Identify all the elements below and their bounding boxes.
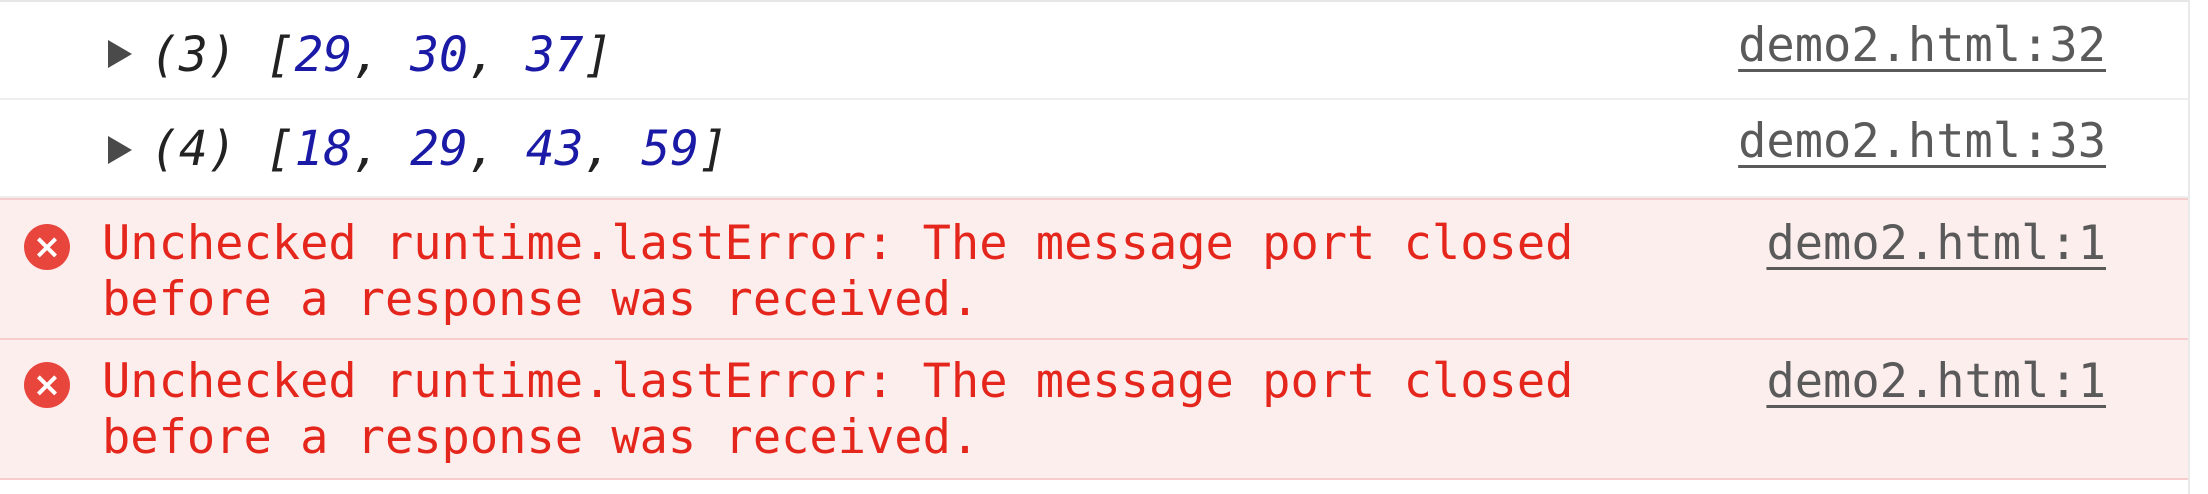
array-length: (3) bbox=[150, 27, 237, 83]
array-preview[interactable]: (4) [18, 29, 43, 59] bbox=[150, 120, 728, 178]
devtools-console: (3) [29, 30, 37] demo2.html:32 (4) [18, … bbox=[0, 0, 2190, 494]
source-link[interactable]: demo2.html:33 bbox=[1738, 114, 2106, 170]
array-value: 59 bbox=[641, 121, 700, 177]
array-length: (4) bbox=[150, 121, 237, 177]
array-value: 30 bbox=[410, 27, 468, 83]
source-link[interactable]: demo2.html:1 bbox=[1766, 354, 2106, 410]
array-value: 37 bbox=[525, 27, 584, 83]
source-link[interactable]: demo2.html:32 bbox=[1738, 18, 2106, 74]
error-message-line-1: Unchecked runtime.lastError: The message… bbox=[102, 216, 1574, 271]
error-message: Unchecked runtime.lastError: The message… bbox=[102, 216, 1662, 328]
console-error-row-2[interactable]: × Unchecked runtime.lastError: The messa… bbox=[0, 338, 2188, 480]
expand-triangle-icon[interactable] bbox=[108, 136, 132, 164]
array-value: 29 bbox=[294, 27, 353, 83]
expand-triangle-icon[interactable] bbox=[108, 40, 132, 68]
error-message: Unchecked runtime.lastError: The message… bbox=[102, 354, 1662, 466]
array-value: 18 bbox=[294, 121, 353, 177]
array-value: 43 bbox=[525, 121, 584, 177]
error-icon: × bbox=[24, 362, 70, 408]
error-message-line-1: Unchecked runtime.lastError: The message… bbox=[102, 354, 1574, 409]
source-link[interactable]: demo2.html:1 bbox=[1766, 216, 2106, 272]
array-preview[interactable]: (3) [29, 30, 37] bbox=[150, 26, 612, 84]
console-log-row-1[interactable]: (3) [29, 30, 37] demo2.html:32 bbox=[0, 2, 2188, 100]
array-value: 29 bbox=[410, 121, 468, 177]
console-error-row-1[interactable]: × Unchecked runtime.lastError: The messa… bbox=[0, 198, 2188, 338]
console-log-row-2[interactable]: (4) [18, 29, 43, 59] demo2.html:33 bbox=[0, 100, 2188, 198]
error-message-line-2: before a response was received. bbox=[102, 272, 980, 327]
error-message-line-2: before a response was received. bbox=[102, 410, 980, 465]
error-icon: × bbox=[24, 224, 70, 270]
